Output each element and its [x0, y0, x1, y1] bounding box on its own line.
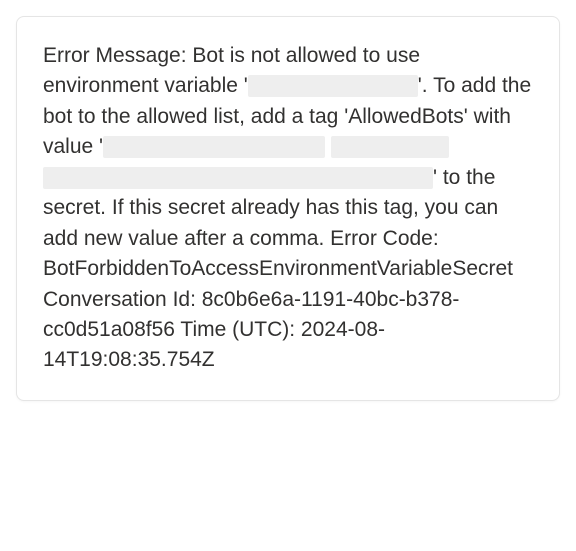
redacted-allowed-value-part2	[331, 136, 449, 158]
error-text-segment-3: ' to the secret. If this secret already …	[43, 166, 513, 372]
redacted-allowed-value-part1	[103, 136, 325, 158]
redacted-allowed-value-part3	[43, 167, 433, 189]
error-message-card: Error Message: Bot is not allowed to use…	[16, 16, 560, 401]
redacted-env-var-name	[248, 75, 418, 97]
